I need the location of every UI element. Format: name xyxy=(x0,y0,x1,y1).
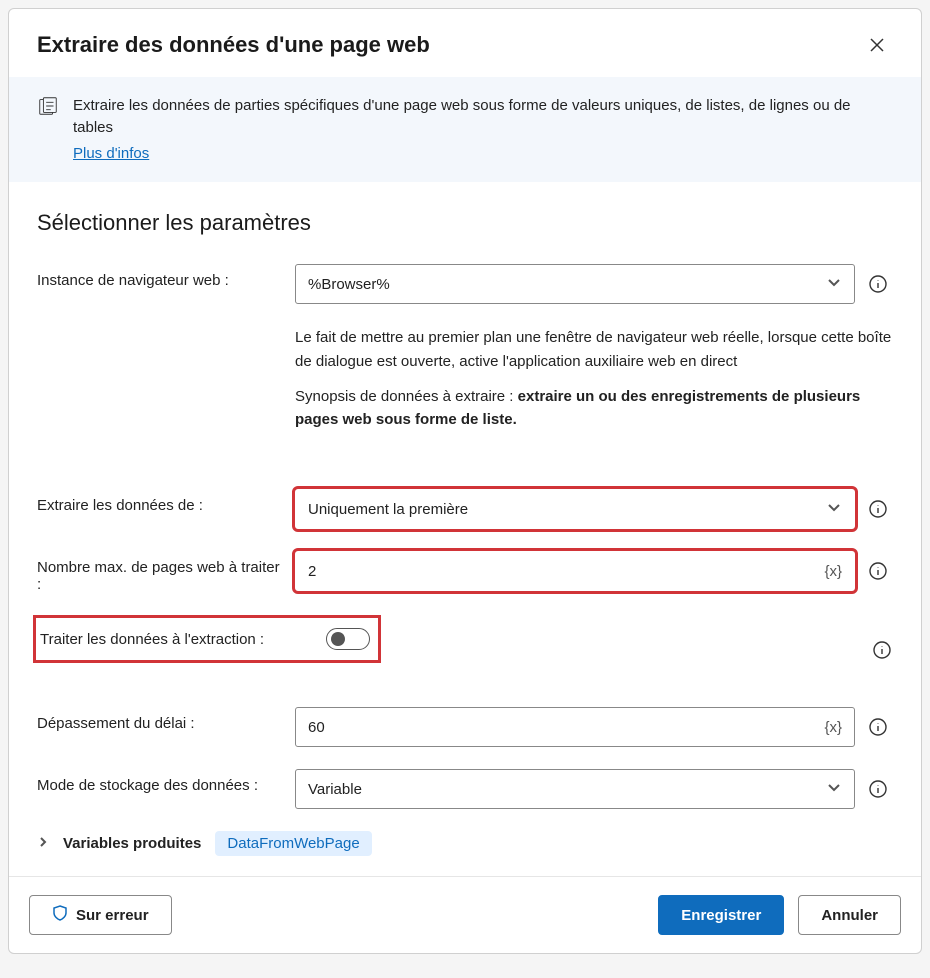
timeout-value: 60 xyxy=(308,719,325,736)
row-description: Le fait de mettre au premier plan une fe… xyxy=(37,326,893,467)
process-on-extract-toggle[interactable] xyxy=(326,628,370,650)
extract-from-value: Uniquement la première xyxy=(308,501,468,518)
info-banner: Extraire les données de parties spécifiq… xyxy=(9,77,921,182)
info-icon[interactable] xyxy=(871,639,893,661)
row-timeout: Dépassement du délai : 60 {x} xyxy=(37,707,893,747)
page-icon xyxy=(37,95,59,122)
section-title: Sélectionner les paramètres xyxy=(37,210,893,236)
dialog-title: Extraire des données d'une page web xyxy=(37,32,430,58)
save-button[interactable]: Enregistrer xyxy=(658,895,784,935)
close-button[interactable] xyxy=(861,29,893,61)
max-pages-label: Nombre max. de pages web à traiter : xyxy=(37,551,285,593)
process-on-extract-label: Traiter les données à l'extraction : xyxy=(36,631,326,648)
timeout-input[interactable]: 60 {x} xyxy=(295,707,855,747)
close-icon xyxy=(869,37,885,53)
chevron-down-icon xyxy=(826,499,842,519)
shield-icon xyxy=(52,905,68,925)
browser-instance-label: Instance de navigateur web : xyxy=(37,264,285,289)
variable-token-icon[interactable]: {x} xyxy=(824,719,842,736)
description-line1: Le fait de mettre au premier plan une fe… xyxy=(295,326,893,373)
cancel-label: Annuler xyxy=(821,907,878,924)
variable-chip[interactable]: DataFromWebPage xyxy=(215,831,371,856)
chevron-down-icon xyxy=(826,779,842,799)
banner-text: Extraire les données de parties spécifiq… xyxy=(73,95,893,164)
info-icon[interactable] xyxy=(867,498,889,520)
dialog-body: Sélectionner les paramètres Instance de … xyxy=(9,182,921,876)
storage-mode-select[interactable]: Variable xyxy=(295,769,855,809)
variable-token-icon[interactable]: {x} xyxy=(824,563,842,580)
toggle-knob xyxy=(331,632,345,646)
timeout-label: Dépassement du délai : xyxy=(37,707,285,732)
storage-mode-label: Mode de stockage des données : xyxy=(37,769,285,794)
on-error-button[interactable]: Sur erreur xyxy=(29,895,172,935)
extract-from-select[interactable]: Uniquement la première xyxy=(295,489,855,529)
dialog-header: Extraire des données d'une page web xyxy=(9,9,921,77)
process-on-extract-highlight: Traiter les données à l'extraction : xyxy=(33,615,381,663)
dialog: Extraire des données d'une page web Extr… xyxy=(8,8,922,954)
synopsis-prefix: Synopsis de données à extraire : xyxy=(295,388,518,405)
variables-produced-row[interactable]: Variables produites DataFromWebPage xyxy=(37,831,893,856)
info-icon[interactable] xyxy=(867,273,889,295)
browser-instance-value: %Browser% xyxy=(308,276,390,293)
save-label: Enregistrer xyxy=(681,907,761,924)
banner-description: Extraire les données de parties spécifiq… xyxy=(73,97,851,136)
info-icon[interactable] xyxy=(867,716,889,738)
info-icon[interactable] xyxy=(867,778,889,800)
row-extract-from: Extraire les données de : Uniquement la … xyxy=(37,489,893,529)
max-pages-value: 2 xyxy=(308,563,316,580)
row-browser-instance: Instance de navigateur web : %Browser% xyxy=(37,264,893,304)
more-info-link[interactable]: Plus d'infos xyxy=(73,143,149,165)
dialog-footer: Sur erreur Enregistrer Annuler xyxy=(9,876,921,953)
description-synopsis: Synopsis de données à extraire : extrair… xyxy=(295,385,893,432)
chevron-down-icon xyxy=(826,274,842,294)
extract-from-label: Extraire les données de : xyxy=(37,489,285,514)
chevron-right-icon xyxy=(37,835,49,853)
info-icon[interactable] xyxy=(867,560,889,582)
row-max-pages: Nombre max. de pages web à traiter : 2 {… xyxy=(37,551,893,593)
on-error-label: Sur erreur xyxy=(76,907,149,924)
cancel-button[interactable]: Annuler xyxy=(798,895,901,935)
row-storage-mode: Mode de stockage des données : Variable xyxy=(37,769,893,809)
max-pages-input[interactable]: 2 {x} xyxy=(295,551,855,591)
browser-instance-select[interactable]: %Browser% xyxy=(295,264,855,304)
variables-produced-label: Variables produites xyxy=(63,835,201,852)
row-process-on-extract: Traiter les données à l'extraction : xyxy=(37,615,893,685)
storage-mode-value: Variable xyxy=(308,781,362,798)
